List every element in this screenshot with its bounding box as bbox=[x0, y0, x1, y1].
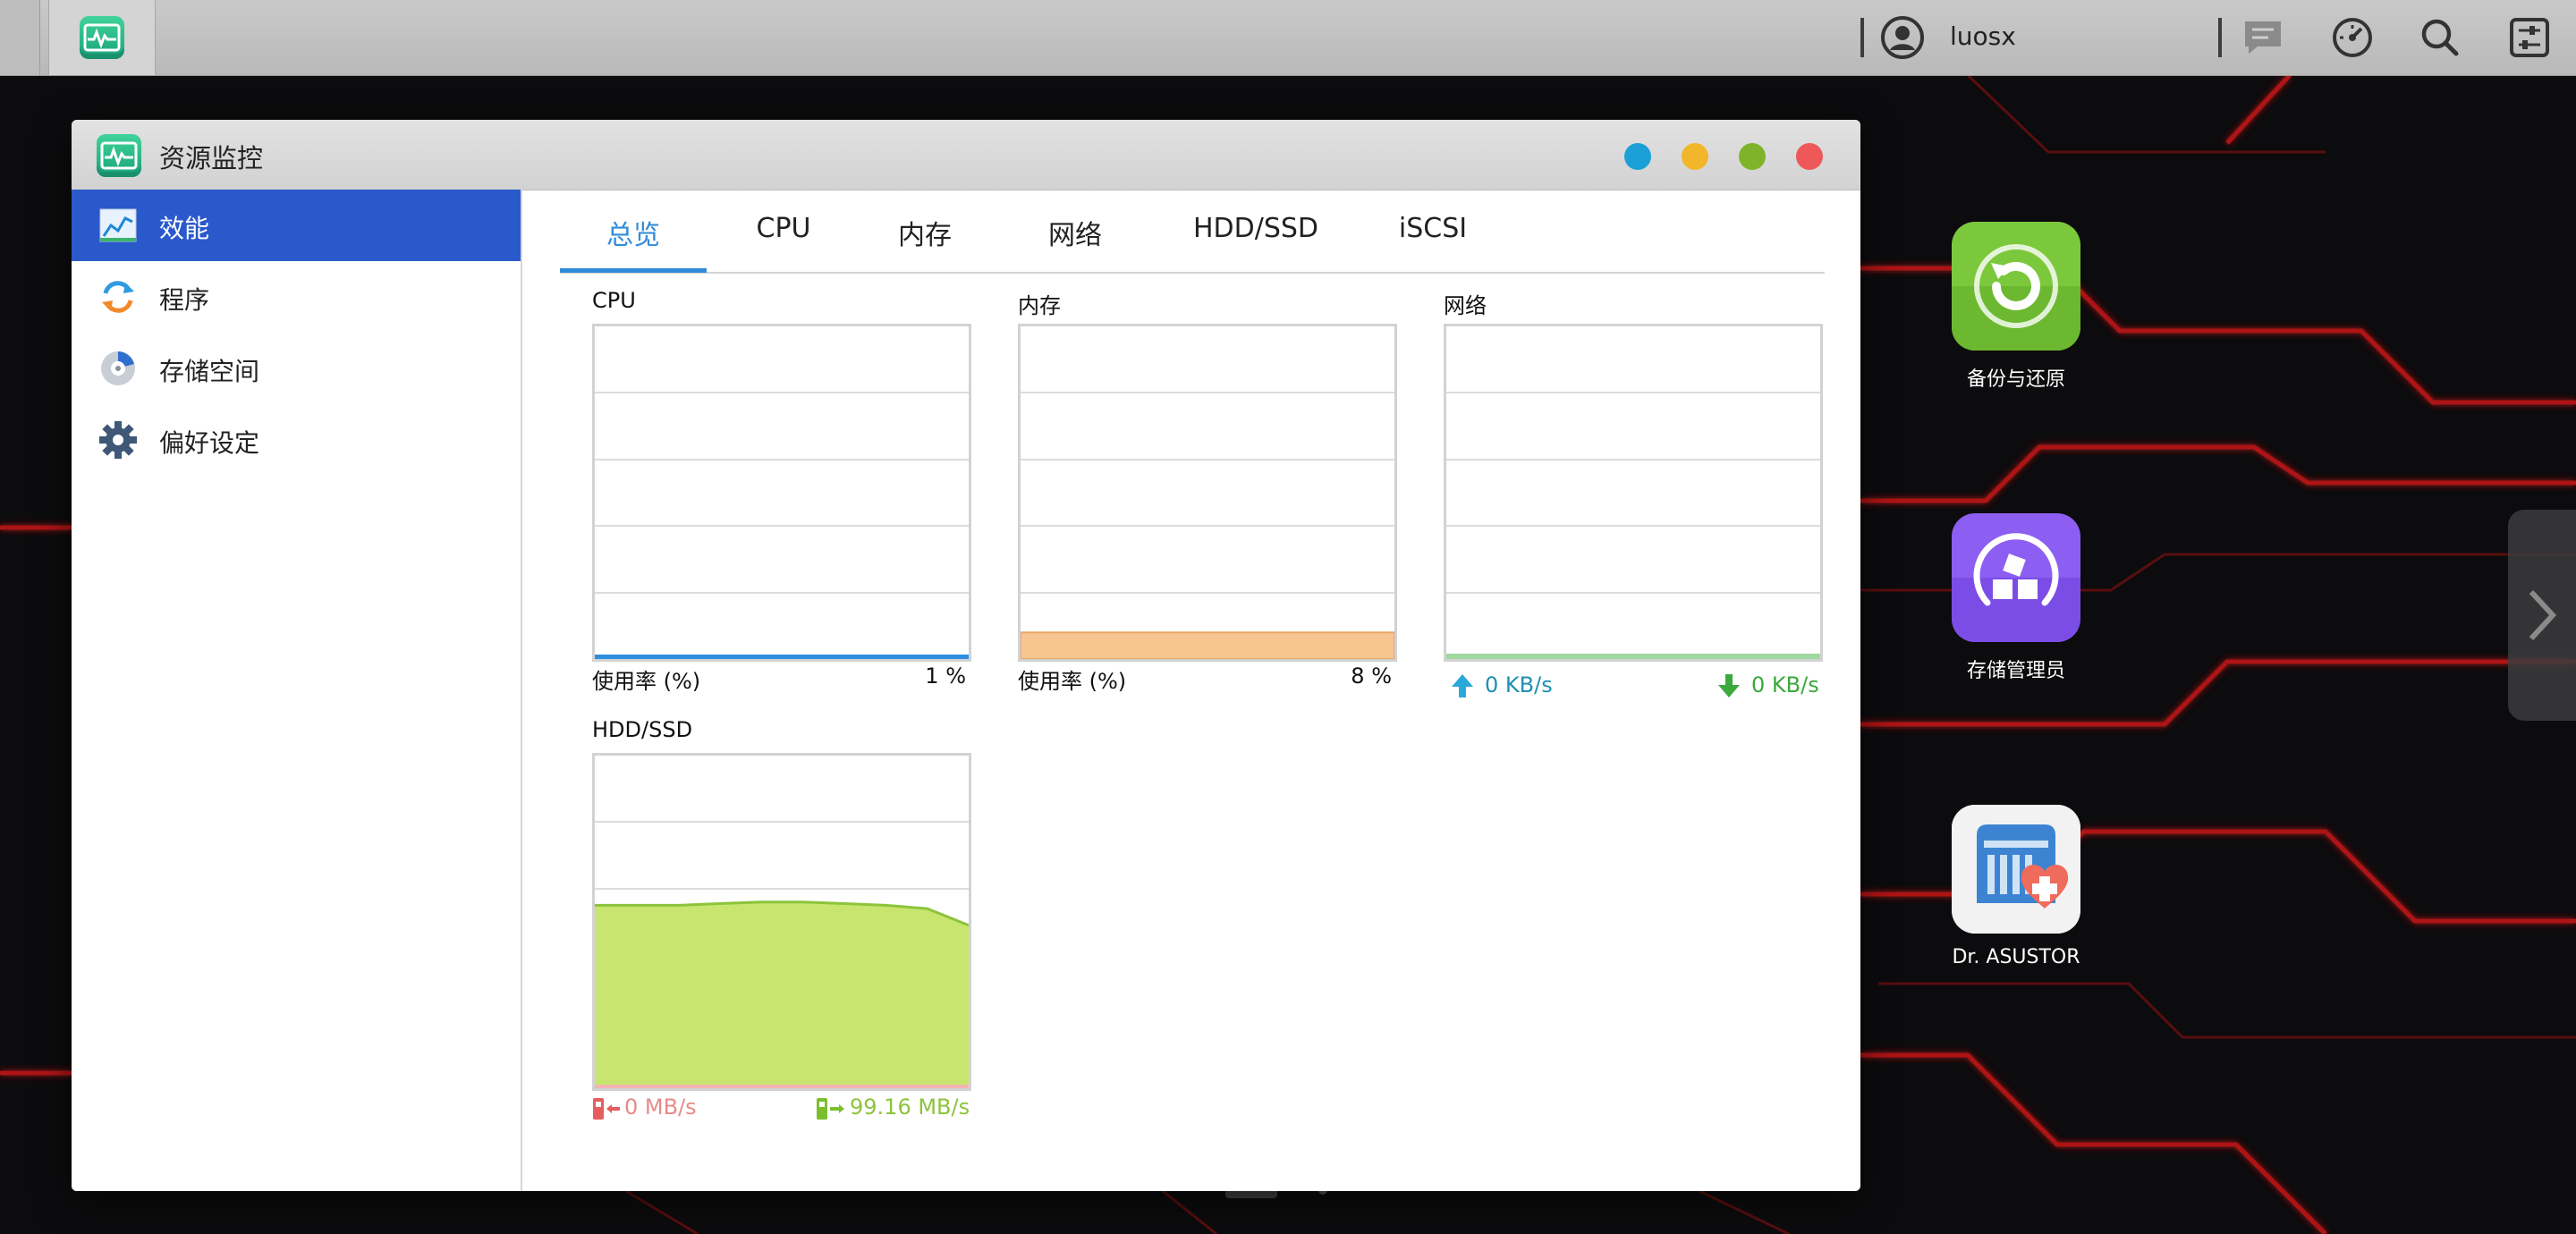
cpu-usage-chart bbox=[595, 392, 969, 659]
tab-overview[interactable]: 总览 bbox=[560, 213, 707, 273]
memory-usage-fill bbox=[1021, 631, 1394, 659]
storage-disk-icon bbox=[101, 351, 135, 385]
disk-read-rate: 0 MB/s bbox=[624, 1095, 697, 1120]
process-cycle-icon bbox=[102, 281, 134, 313]
memory-panel-title: 内存 bbox=[1018, 293, 1061, 318]
sidebar-item-label: 偏好设定 bbox=[159, 428, 260, 458]
shortcut-backup-restore[interactable]: 备份与还原 bbox=[1927, 222, 2106, 392]
tab-hdd-ssd[interactable]: HDD/SSD bbox=[1168, 213, 1343, 268]
network-graph bbox=[1444, 324, 1823, 662]
disk-write-area bbox=[595, 901, 969, 1088]
message-icon[interactable] bbox=[2240, 14, 2286, 61]
disk-write-icon bbox=[817, 1098, 844, 1120]
taskbar: luosx bbox=[0, 0, 2576, 76]
backup-restore-icon bbox=[1952, 222, 2080, 351]
sidebar-item-label: 存储空间 bbox=[159, 357, 260, 386]
cpu-graph bbox=[592, 324, 971, 662]
tab-iscsi[interactable]: iSCSI bbox=[1372, 213, 1494, 268]
chevron-right-icon bbox=[2529, 589, 2557, 641]
window-title: 资源监控 bbox=[159, 143, 264, 173]
user-avatar-icon[interactable] bbox=[1880, 15, 1925, 60]
window-titlebar[interactable]: 资源监控 bbox=[72, 120, 1860, 190]
disk-throughput-chart bbox=[595, 821, 969, 1088]
sidebar-item-preferences[interactable]: 偏好设定 bbox=[72, 404, 521, 476]
help-button[interactable] bbox=[1624, 143, 1651, 170]
cpu-usage-label: 使用率 (%) bbox=[592, 669, 701, 694]
disk-read-baseline bbox=[595, 1085, 969, 1088]
dr-asustor-icon bbox=[1952, 805, 2080, 934]
resource-monitor-window: 资源监控 效能 程序 存储空间 偏好设定 总览 CPU 内存 网络 HDD/SS… bbox=[72, 120, 1860, 1191]
shortcut-dr-asustor[interactable]: Dr. ASUSTOR bbox=[1927, 805, 2106, 968]
sidebar-item-process[interactable]: 程序 bbox=[72, 261, 521, 333]
maximize-button[interactable] bbox=[1739, 143, 1766, 170]
sidebar-item-label: 效能 bbox=[159, 214, 210, 243]
network-upload-rate: 0 KB/s bbox=[1485, 672, 1553, 697]
dashboard-gauge-icon[interactable] bbox=[2329, 14, 2376, 61]
disk-graph bbox=[592, 753, 971, 1091]
tab-memory[interactable]: 内存 bbox=[864, 213, 986, 268]
sidebar: 效能 程序 存储空间 偏好设定 bbox=[72, 190, 522, 1191]
memory-usage-label: 使用率 (%) bbox=[1018, 669, 1127, 694]
disk-write-rate: 99.16 MB/s bbox=[850, 1095, 970, 1120]
disk-panel-title: HDD/SSD bbox=[592, 717, 693, 742]
settings-sliders-icon[interactable] bbox=[2506, 14, 2553, 61]
next-page-button[interactable] bbox=[2508, 510, 2576, 721]
taskbar-divider bbox=[1860, 18, 1864, 57]
cpu-usage-value: 1 % bbox=[925, 663, 966, 689]
cpu-panel-title: CPU bbox=[592, 288, 636, 313]
sidebar-item-label: 程序 bbox=[159, 285, 210, 315]
network-download-rate: 0 KB/s bbox=[1751, 672, 1819, 697]
taskbar-resource-monitor[interactable] bbox=[48, 0, 156, 75]
memory-graph bbox=[1018, 324, 1397, 662]
tab-bar: 总览 CPU 内存 网络 HDD/SSD iSCSI bbox=[560, 190, 1825, 274]
upload-arrow-icon bbox=[1452, 674, 1473, 697]
shortcut-label: Dr. ASUSTOR bbox=[1952, 946, 2080, 968]
shortcut-label: 备份与还原 bbox=[1966, 368, 2065, 391]
network-panel-title: 网络 bbox=[1444, 293, 1487, 318]
resource-monitor-icon bbox=[97, 134, 141, 177]
tab-cpu[interactable]: CPU bbox=[721, 213, 846, 268]
sidebar-item-storage[interactable]: 存储空间 bbox=[72, 333, 521, 404]
memory-usage-chart bbox=[1021, 392, 1394, 659]
cpu-usage-fill bbox=[595, 655, 969, 659]
network-traffic-chart bbox=[1446, 392, 1820, 659]
launcher-strip[interactable] bbox=[0, 0, 40, 75]
close-button[interactable] bbox=[1796, 143, 1823, 170]
download-arrow-icon bbox=[1718, 674, 1740, 697]
shortcut-label: 存储管理员 bbox=[1966, 660, 2065, 682]
main-content: 总览 CPU 内存 网络 HDD/SSD iSCSI CPU 使用率 (%) 1… bbox=[521, 190, 1860, 1191]
storage-manager-icon bbox=[1952, 513, 2080, 642]
network-baseline bbox=[1446, 654, 1820, 659]
disk-read-icon bbox=[593, 1098, 620, 1120]
resource-monitor-icon bbox=[80, 16, 124, 59]
username[interactable]: luosx bbox=[1950, 21, 2016, 51]
minimize-button[interactable] bbox=[1682, 143, 1708, 170]
taskbar-divider bbox=[2218, 18, 2222, 57]
search-icon[interactable] bbox=[2417, 14, 2463, 61]
memory-usage-value: 8 % bbox=[1351, 663, 1392, 689]
shortcut-storage-manager[interactable]: 存储管理员 bbox=[1927, 513, 2106, 683]
gear-icon bbox=[99, 421, 137, 459]
sidebar-item-performance[interactable]: 效能 bbox=[72, 190, 521, 261]
tab-network[interactable]: 网络 bbox=[1014, 213, 1136, 268]
performance-chart-icon bbox=[99, 208, 137, 242]
